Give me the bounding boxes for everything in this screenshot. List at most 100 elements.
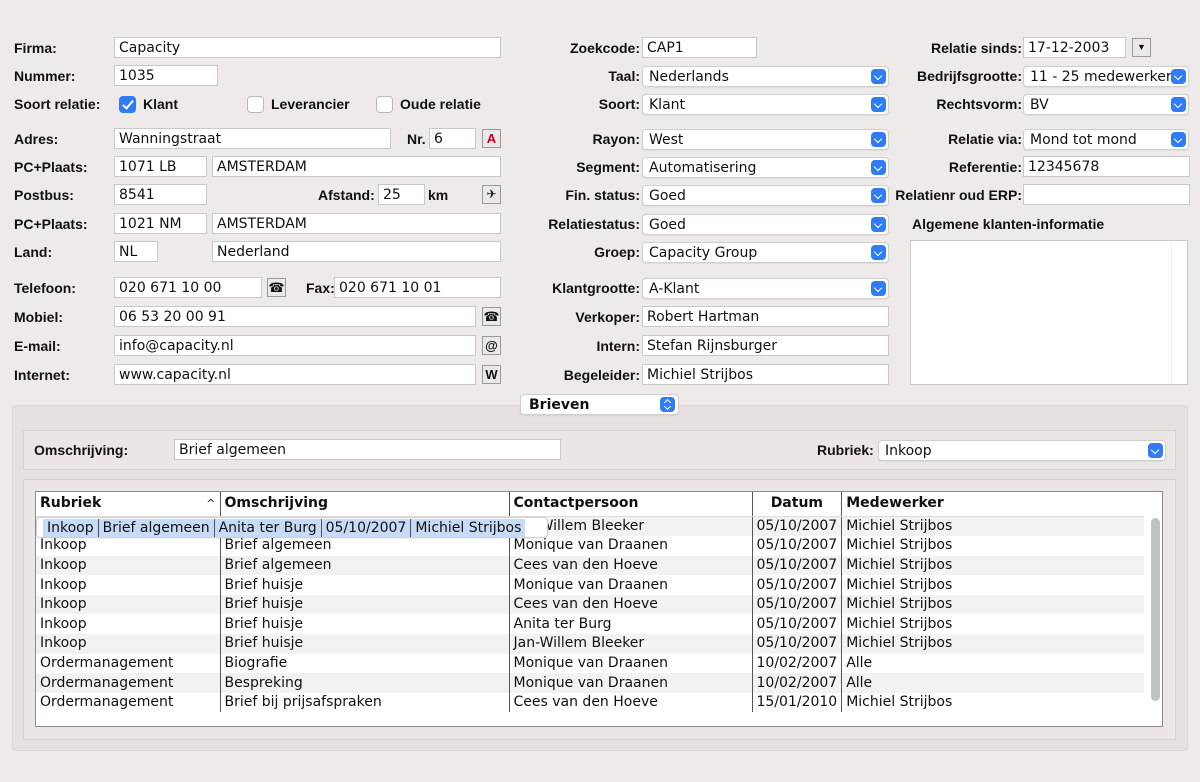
klant-checkbox[interactable] bbox=[119, 96, 136, 113]
omschrijving-field[interactable]: Brief algemeen bbox=[174, 439, 561, 460]
table-row[interactable]: Inkoop Brief huisje Cees van den Hoeve 05/1… bbox=[36, 594, 1144, 615]
table-cell-rubriek: Inkoop bbox=[43, 518, 99, 537]
table-cell-contactpersoon: Monique van Draanen bbox=[508, 575, 752, 595]
route-icon[interactable]: ✈ bbox=[482, 185, 501, 204]
table-row[interactable]: Ordermanagement Brief bij prijsafspraken C… bbox=[36, 692, 1144, 713]
table-cell-medewerker: Michiel Strijbos bbox=[841, 614, 1144, 635]
table-row[interactable]: Ordermanagement Biografie Monique van Draa… bbox=[36, 653, 1144, 674]
soort-select[interactable]: Klant bbox=[642, 94, 889, 115]
date-dropdown-icon[interactable]: ▼ bbox=[1132, 38, 1151, 57]
fin-status-label: Fin. status: bbox=[565, 187, 640, 203]
chevron-down-icon bbox=[871, 132, 886, 147]
table-cell-contactpersoon: Jan-Willem Bleeker bbox=[508, 634, 752, 654]
soort-label: Soort: bbox=[598, 96, 640, 112]
chevron-down-icon bbox=[1148, 443, 1163, 458]
firma-field[interactable]: Capacity bbox=[114, 37, 501, 58]
segment-select[interactable]: Automatisering bbox=[642, 157, 889, 178]
rayon-select[interactable]: West bbox=[642, 129, 889, 150]
table-row[interactable]: Inkoop Brief algemeen Anita ter Burg 05/10/… bbox=[36, 516, 549, 538]
col-header-rubriek[interactable]: Rubriek ^ bbox=[36, 492, 220, 517]
table-cell-contactpersoon: Anita ter Burg bbox=[213, 518, 322, 537]
bedrijfsgrootte-select[interactable]: 11 - 25 medewerkers bbox=[1023, 66, 1189, 87]
table-cell-omschrijving: Brief huisje bbox=[219, 614, 509, 635]
klantgrootte-select[interactable]: A-Klant bbox=[642, 278, 889, 299]
postcode2-field[interactable]: 1021 NM bbox=[114, 213, 207, 234]
land-code-field[interactable]: NL bbox=[114, 241, 158, 262]
adres-field[interactable]: Wanningstraat bbox=[114, 128, 391, 149]
oude-relatie-checkbox-label: Oude relatie bbox=[400, 96, 481, 112]
telefoon-field[interactable]: 020 671 10 00 bbox=[114, 277, 262, 298]
rechtsvorm-select[interactable]: BV bbox=[1023, 94, 1189, 115]
table-cell-contactpersoon: Anita ter Burg bbox=[508, 614, 752, 635]
fin-status-select[interactable]: Goed bbox=[642, 185, 889, 206]
verkoper-field[interactable]: Robert Hartman bbox=[642, 306, 889, 327]
oude-relatie-checkbox[interactable] bbox=[376, 96, 393, 113]
table-cell-rubriek: Ordermanagement bbox=[36, 673, 220, 693]
soort-value: Klant bbox=[649, 97, 686, 113]
col-header-contactpersoon[interactable]: Contactpersoon bbox=[508, 492, 752, 517]
postbus-field[interactable]: 8541 bbox=[114, 184, 207, 205]
algemene-info-textarea[interactable] bbox=[910, 240, 1188, 385]
begeleider-field[interactable]: Michiel Strijbos bbox=[642, 364, 889, 385]
table-cell-contactpersoon: Monique van Draanen bbox=[508, 673, 752, 693]
nummer-field[interactable]: 1035 bbox=[114, 65, 218, 86]
internet-field[interactable]: www.capacity.nl bbox=[114, 364, 476, 385]
address-lookup-icon[interactable]: A bbox=[482, 129, 501, 148]
leverancier-checkbox[interactable] bbox=[247, 96, 264, 113]
nummer-label: Nummer: bbox=[14, 68, 76, 84]
web-icon[interactable]: W bbox=[482, 365, 501, 384]
intern-field[interactable]: Stefan Rijnsburger bbox=[642, 335, 889, 356]
email-icon[interactable]: @ bbox=[482, 336, 501, 355]
adres-label: Adres: bbox=[14, 131, 59, 147]
relatiestatus-value: Goed bbox=[649, 217, 686, 233]
table-row[interactable]: Inkoop Brief huisje Anita ter Burg 05/10/20… bbox=[36, 614, 1144, 635]
table-cell-rubriek: Inkoop bbox=[36, 555, 220, 576]
nr-field[interactable]: 6 bbox=[429, 128, 476, 149]
verkoper-label: Verkoper: bbox=[575, 309, 640, 325]
chevron-down-icon bbox=[1171, 69, 1186, 84]
mobile-dial-icon[interactable]: ☎ bbox=[482, 307, 501, 326]
phone-dial-icon[interactable]: ☎ bbox=[267, 278, 286, 297]
klantgrootte-value: A-Klant bbox=[649, 281, 700, 297]
col-header-medewerker[interactable]: Medewerker bbox=[841, 492, 1144, 517]
plaats2-field[interactable]: AMSTERDAM bbox=[212, 213, 501, 234]
section-popup[interactable]: Brieven bbox=[520, 394, 679, 415]
rubriek-filter-select[interactable]: Inkoop bbox=[878, 440, 1166, 461]
table-scrollbar-thumb[interactable] bbox=[1151, 518, 1160, 701]
rechtsvorm-value: BV bbox=[1030, 97, 1049, 113]
rubriek-filter-value: Inkoop bbox=[885, 443, 932, 459]
table-cell-medewerker: Michiel Strijbos bbox=[841, 536, 1144, 556]
email-field[interactable]: info@capacity.nl bbox=[114, 335, 476, 356]
table-cell-rubriek: Inkoop bbox=[36, 634, 220, 654]
table-row[interactable]: Inkoop Brief huisje Jan-Willem Bleeker 05/1… bbox=[36, 634, 1144, 654]
col-header-omschrijving[interactable]: Omschrijving bbox=[219, 492, 509, 517]
taal-select[interactable]: Nederlands bbox=[642, 66, 889, 87]
col-header-datum[interactable]: Datum bbox=[751, 492, 842, 517]
relatie-sinds-field[interactable]: 17-12-2003 bbox=[1023, 37, 1126, 58]
mobiel-field[interactable]: 06 53 20 00 91 bbox=[114, 306, 476, 327]
table-row[interactable]: Inkoop Brief algemeen Monique van Draanen 0… bbox=[36, 536, 1144, 556]
zoekcode-field[interactable]: CAP1 bbox=[642, 37, 757, 58]
table-header-row: Rubriek ^ Omschrijving Contactpersoon Dat… bbox=[36, 492, 1144, 517]
rechtsvorm-label: Rechtsvorm: bbox=[936, 96, 1022, 112]
plaats-field[interactable]: AMSTERDAM bbox=[212, 156, 501, 177]
relatie-via-select[interactable]: Mond tot mond bbox=[1023, 129, 1189, 150]
groep-select[interactable]: Capacity Group bbox=[642, 242, 889, 263]
relatienr-field[interactable] bbox=[1023, 184, 1190, 205]
intern-label: Intern: bbox=[596, 338, 640, 354]
table-row[interactable]: Inkoop Brief huisje Monique van Draanen 05/… bbox=[36, 575, 1144, 595]
table-row[interactable]: Inkoop Brief algemeen Cees van den Hoeve 05… bbox=[36, 555, 1144, 576]
afstand-field[interactable]: 25 bbox=[378, 184, 425, 205]
table-cell-datum: 10/02/2007 bbox=[751, 653, 842, 674]
fax-field[interactable]: 020 671 10 01 bbox=[334, 277, 501, 298]
postcode-field[interactable]: 1071 LB bbox=[114, 156, 207, 177]
textarea-scrollbar[interactable] bbox=[1171, 241, 1187, 384]
chevron-down-icon bbox=[871, 97, 886, 112]
land-field[interactable]: Nederland bbox=[212, 241, 501, 262]
referentie-field[interactable]: 12345678 bbox=[1023, 156, 1190, 177]
postbus-label: Postbus: bbox=[14, 187, 74, 203]
table-row[interactable]: Ordermanagement Bespreking Monique van Dra… bbox=[36, 673, 1144, 693]
letters-table[interactable]: Rubriek ^ Omschrijving Contactpersoon Dat… bbox=[35, 491, 1163, 727]
table-cell-medewerker: Michiel Strijbos bbox=[841, 575, 1144, 595]
relatiestatus-select[interactable]: Goed bbox=[642, 214, 889, 235]
